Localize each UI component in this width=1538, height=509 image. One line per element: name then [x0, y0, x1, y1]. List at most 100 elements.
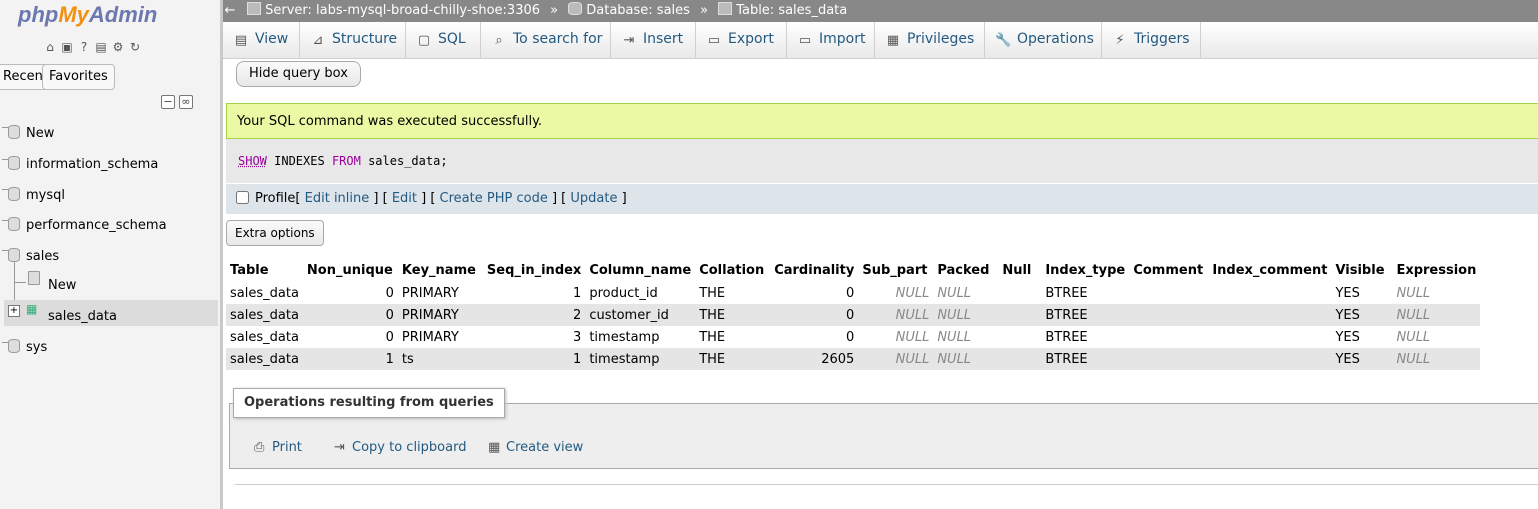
tab-view[interactable]: ▤ View [223, 22, 300, 58]
collapse-all-icon[interactable]: − [161, 95, 175, 109]
tab-import[interactable]: ▭ Import [787, 22, 875, 58]
column-header[interactable]: Non_unique [302, 260, 398, 282]
tree-item-mysql[interactable]: mysql [8, 187, 65, 203]
edit-inline-link[interactable]: Edit inline [305, 191, 370, 206]
tab-search[interactable]: ⌕ To search for [481, 22, 611, 58]
column-header[interactable]: Packed [933, 260, 999, 282]
cell[interactable]: NULL [933, 304, 999, 326]
expand-table-button[interactable]: + [8, 302, 20, 317]
column-header[interactable]: Seq_in_index [482, 260, 586, 282]
cell[interactable] [998, 304, 1042, 326]
cell[interactable] [1129, 326, 1209, 348]
column-header[interactable]: Expression [1392, 260, 1481, 282]
cell[interactable] [1208, 326, 1332, 348]
cell[interactable] [1208, 304, 1332, 326]
cell[interactable]: NULL [1392, 304, 1481, 326]
tree-item-sales-new[interactable] [28, 271, 46, 287]
phpmyadmin-logo[interactable]: phpMyAdmin [18, 2, 157, 28]
cell[interactable]: 2605 [770, 348, 859, 370]
help-icon[interactable]: ? [77, 40, 91, 54]
tree-item-sales[interactable]: sales [8, 248, 59, 264]
copy-to-clipboard-button[interactable]: ⇥ Copy to clipboard [318, 434, 479, 464]
tab-sql[interactable]: ▢ SQL [406, 22, 481, 58]
cell[interactable]: sales_data [226, 326, 303, 348]
exit-icon[interactable]: ▣ [60, 40, 74, 54]
tab-export[interactable]: ▭ Export [696, 22, 787, 58]
cell[interactable]: 0 [770, 281, 859, 304]
create-view-button[interactable]: ▦ Create view [472, 434, 596, 464]
table-row[interactable]: sales_data 0 PRIMARY 3 timestamp THE 0 N… [226, 326, 1481, 348]
cell[interactable]: BTREE [1041, 326, 1130, 348]
column-header[interactable]: Cardinality [770, 260, 859, 282]
tab-operations[interactable]: 🔧 Operations [985, 22, 1102, 58]
cell[interactable]: 0 [302, 281, 398, 304]
cell[interactable]: THE [695, 281, 771, 304]
extra-options-button[interactable]: Extra options [226, 220, 324, 246]
print-button[interactable]: ⎙ Print [238, 434, 314, 464]
tree-item-sales-data[interactable]: sales_data [48, 309, 117, 324]
cell[interactable]: PRIMARY [397, 304, 483, 326]
tab-structure[interactable]: ⊿ Structure [300, 22, 406, 58]
cell[interactable]: 1 [302, 348, 398, 370]
cell[interactable]: 0 [770, 304, 859, 326]
cell[interactable]: ts [397, 348, 483, 370]
cell[interactable]: 0 [770, 326, 859, 348]
cell[interactable]: NULL [858, 281, 934, 304]
cell[interactable]: BTREE [1041, 281, 1130, 304]
cell[interactable]: product_id [585, 281, 696, 304]
cell[interactable]: YES [1331, 326, 1393, 348]
cell[interactable]: YES [1331, 348, 1393, 370]
cell[interactable]: timestamp [585, 326, 696, 348]
cell[interactable]: 1 [482, 281, 586, 304]
cell[interactable]: 0 [302, 326, 398, 348]
cell[interactable]: THE [695, 304, 771, 326]
cell[interactable]: sales_data [226, 348, 303, 370]
column-header[interactable]: Collation [695, 260, 771, 282]
column-header[interactable]: Index_type [1041, 260, 1130, 282]
cell[interactable] [1208, 348, 1332, 370]
tree-item-performance-schema[interactable]: performance_schema [8, 217, 167, 233]
table-row[interactable]: sales_data 0 PRIMARY 1 product_id THE 0 … [226, 281, 1481, 304]
cell[interactable]: PRIMARY [397, 326, 483, 348]
cell[interactable] [998, 326, 1042, 348]
create-php-code-link[interactable]: Create PHP code [440, 191, 548, 206]
cell[interactable]: NULL [1392, 348, 1481, 370]
cell[interactable] [998, 348, 1042, 370]
docs-icon[interactable]: ▤ [94, 40, 108, 54]
table-row[interactable]: sales_data 0 PRIMARY 2 customer_id THE 0… [226, 304, 1481, 326]
cell[interactable]: NULL [933, 326, 999, 348]
table-row[interactable]: sales_data 1 ts 1 timestamp THE 2605 NUL… [226, 348, 1481, 370]
cell[interactable]: 1 [482, 348, 586, 370]
tree-item-new[interactable]: New [8, 125, 54, 141]
cell[interactable]: customer_id [585, 304, 696, 326]
cell[interactable]: 3 [482, 326, 586, 348]
cell[interactable]: 0 [302, 304, 398, 326]
edit-link[interactable]: Edit [392, 191, 417, 206]
sql-keyword-show[interactable]: SHOW [238, 154, 267, 168]
cell[interactable] [998, 281, 1042, 304]
cell[interactable]: NULL [858, 304, 934, 326]
column-header[interactable]: Comment [1129, 260, 1209, 282]
column-header[interactable]: Visible [1331, 260, 1393, 282]
link-with-main-icon[interactable]: ∞ [179, 95, 193, 109]
cell[interactable]: timestamp [585, 348, 696, 370]
column-header[interactable]: Column_name [585, 260, 696, 282]
cell[interactable]: NULL [933, 281, 999, 304]
column-header[interactable]: Index_comment [1208, 260, 1332, 282]
tree-item-sys[interactable]: sys [8, 339, 47, 355]
profile-checkbox[interactable] [236, 191, 249, 204]
tab-privileges[interactable]: ▦ Privileges [875, 22, 985, 58]
cell[interactable]: NULL [1392, 281, 1481, 304]
cell[interactable] [1129, 348, 1209, 370]
cell[interactable]: NULL [858, 326, 934, 348]
cell[interactable] [1129, 304, 1209, 326]
breadcrumb-table[interactable]: Table: sales_data [718, 2, 847, 18]
column-header[interactable]: Table [226, 260, 303, 282]
back-arrow-icon[interactable]: ← [223, 0, 237, 22]
tree-item-information-schema[interactable]: information_schema [8, 156, 158, 172]
reload-icon[interactable]: ↻ [128, 40, 142, 54]
settings-icon[interactable]: ⚙ [111, 40, 125, 54]
hide-query-box-button[interactable]: Hide query box [236, 61, 361, 87]
cell[interactable] [1208, 281, 1332, 304]
cell[interactable]: sales_data [226, 304, 303, 326]
